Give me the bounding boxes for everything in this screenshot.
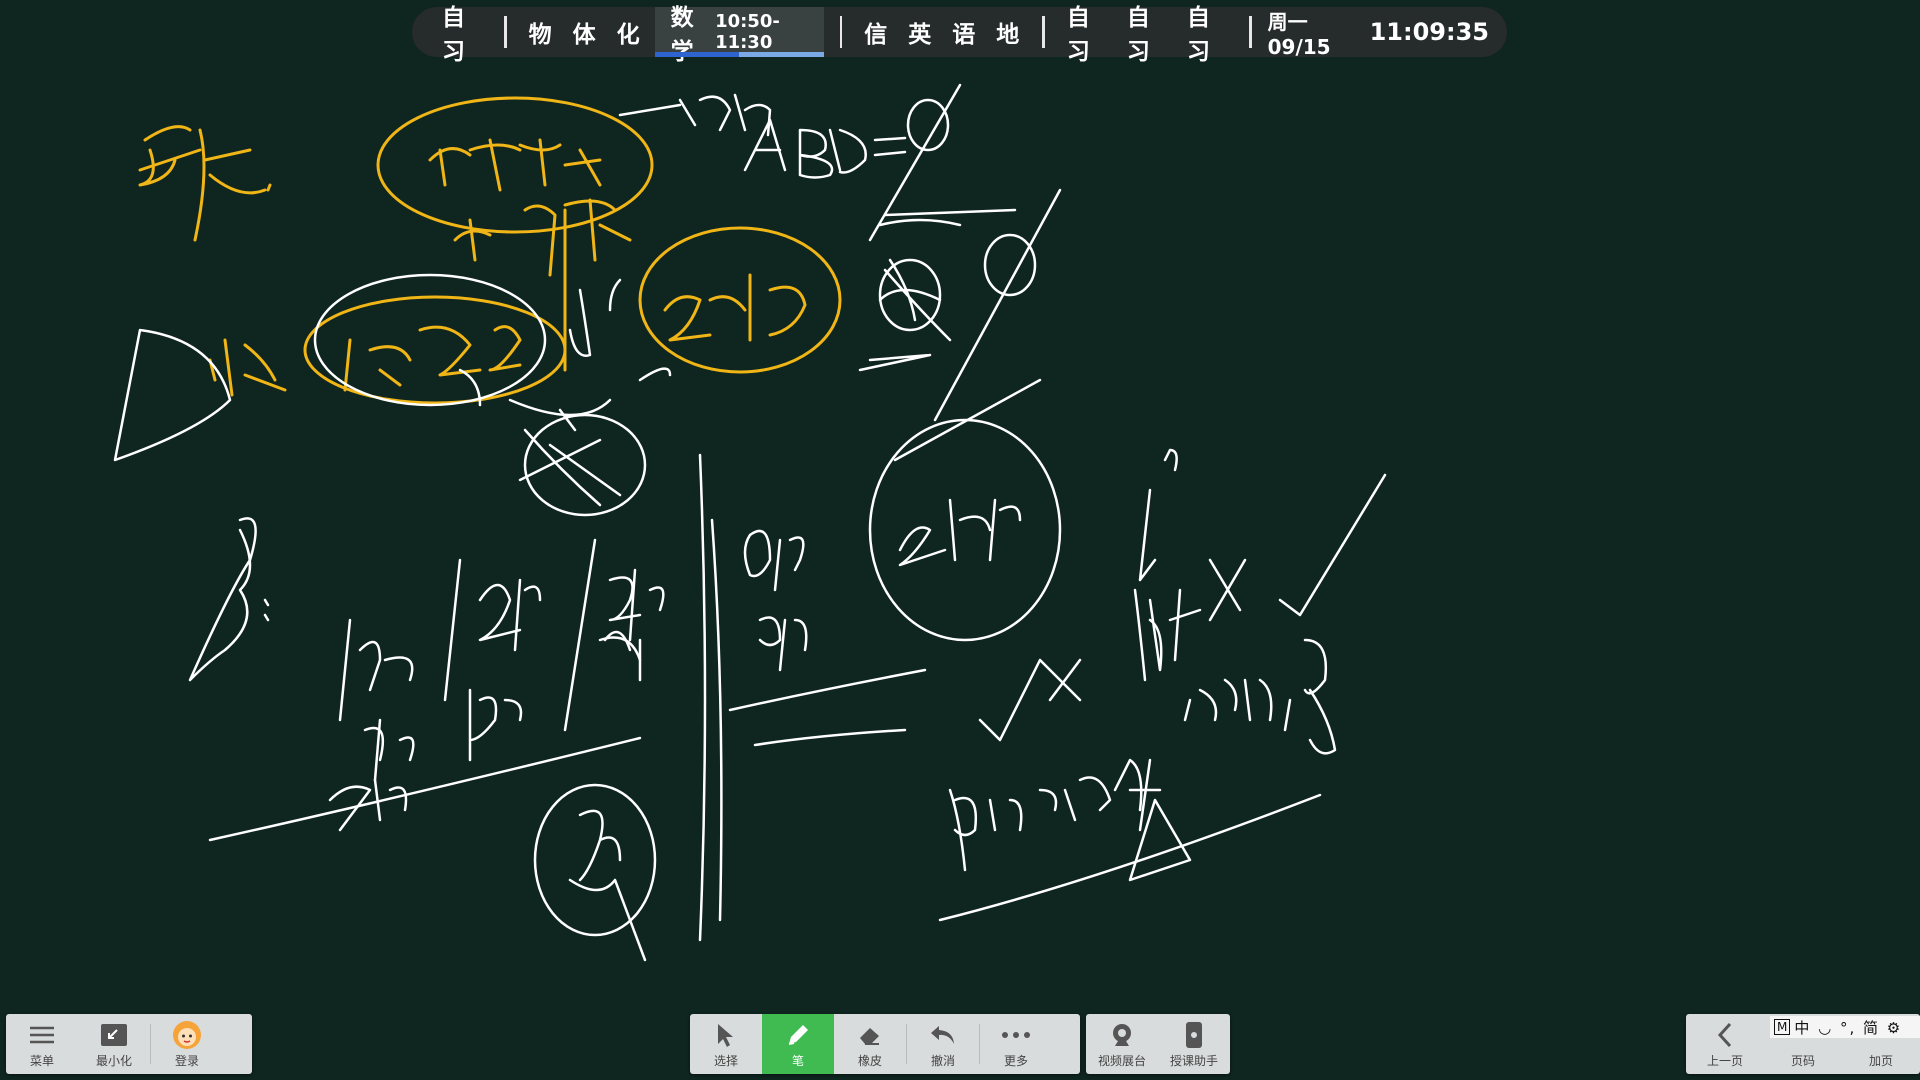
more-label: 更多: [1003, 1053, 1028, 1068]
phone-icon: [1184, 1020, 1204, 1050]
schedule-item[interactable]: 自习: [442, 0, 482, 66]
prev-page-label: 上一页: [1706, 1053, 1743, 1068]
video-booth-button[interactable]: 视频展台: [1086, 1014, 1158, 1074]
schedule-group-3: 信 英 语 地: [854, 7, 1030, 57]
schedule-item[interactable]: 自习: [1127, 0, 1167, 66]
class-progress-fill: [654, 52, 740, 57]
ime-status-text[interactable]: 中 ◡ °, 简 ⚙: [1794, 1017, 1902, 1038]
more-button[interactable]: 更多: [980, 1014, 1052, 1074]
class-progress-bar: [654, 52, 824, 57]
video-booth-label: 视频展台: [1097, 1053, 1146, 1068]
minimize-button[interactable]: 最小化: [78, 1014, 150, 1074]
pen-icon: [785, 1020, 811, 1050]
cursor-icon: [715, 1020, 737, 1050]
menu-button[interactable]: 菜单: [6, 1014, 78, 1074]
schedule-item[interactable]: 地: [996, 15, 1020, 49]
hamburger-icon: [28, 1020, 56, 1050]
date-display: 周一 09/15: [1267, 9, 1331, 59]
schedule-item[interactable]: 化: [617, 15, 641, 49]
class-schedule-bar: 自习 物 体 化 数学 10:50-11:30 信 英 语 地 自习 自习 自习…: [412, 5, 1507, 65]
pen-tool-label: 笔: [791, 1053, 804, 1068]
schedule-item[interactable]: 语: [952, 15, 976, 49]
schedule-item[interactable]: 自习: [1067, 0, 1107, 66]
yellow-ink-strokes: [138, 96, 842, 405]
prev-page-button[interactable]: 上一页: [1686, 1014, 1764, 1074]
pen-tool-button[interactable]: 笔: [762, 1014, 834, 1074]
minimize-label: 最小化: [95, 1053, 132, 1068]
schedule-item[interactable]: 英: [908, 15, 932, 49]
schedule-item[interactable]: 物: [529, 15, 553, 49]
schedule-group-1: 自习: [432, 5, 492, 65]
page-number-label: 页码: [1790, 1053, 1815, 1068]
add-page-label: 加页: [1868, 1053, 1893, 1068]
schedule-divider: [839, 16, 843, 48]
drawing-toolbar: 选择 笔 橡皮 撤消 更多: [690, 1014, 1080, 1074]
teaching-assistant-button[interactable]: 授课助手: [1158, 1014, 1230, 1074]
eraser-tool-label: 橡皮: [857, 1053, 882, 1068]
ime-mode-indicator[interactable]: M: [1774, 1019, 1791, 1035]
video-toolbar: 视频展台 授课助手: [1086, 1014, 1230, 1074]
ime-status-bar[interactable]: M 中 ◡ °, 简 ⚙: [1770, 1016, 1920, 1038]
chevron-left-icon: [1716, 1020, 1734, 1050]
minimize-icon: [100, 1020, 128, 1050]
current-class-time: 10:50-11:30: [715, 11, 780, 53]
select-tool-label: 选择: [713, 1053, 738, 1068]
schedule-group-2: 物 体 化 数学 10:50-11:30: [519, 5, 828, 65]
schedule-divider: [1042, 16, 1045, 48]
schedule-item[interactable]: 自习: [1187, 0, 1227, 66]
schedule-divider: [1248, 16, 1252, 48]
current-class[interactable]: 数学 10:50-11:30: [654, 5, 824, 65]
login-button[interactable]: 登录: [151, 1014, 223, 1074]
eraser-tool-button[interactable]: 橡皮: [834, 1014, 906, 1074]
more-icon: [1001, 1020, 1031, 1050]
schedule-group-4: 自习 自习 自习: [1057, 5, 1237, 65]
undo-button[interactable]: 撤消: [907, 1014, 979, 1074]
select-tool-button[interactable]: 选择: [690, 1014, 762, 1074]
undo-icon: [929, 1020, 957, 1050]
menu-label: 菜单: [29, 1053, 54, 1068]
avatar-icon: [172, 1020, 202, 1050]
white-ink-strokes: [113, 83, 1387, 962]
clock-display: 11:09:35: [1369, 18, 1489, 46]
left-toolbar: 菜单 最小化 登录: [6, 1014, 252, 1074]
eraser-icon: [857, 1020, 883, 1050]
login-label: 登录: [174, 1053, 199, 1068]
date-time: 周一 09/15 11:09:35: [1264, 6, 1489, 59]
schedule-divider: [504, 16, 507, 48]
undo-label: 撤消: [930, 1053, 955, 1068]
camera-icon: [1109, 1020, 1135, 1050]
schedule-item[interactable]: 体: [573, 15, 597, 49]
schedule-item[interactable]: 信: [864, 15, 888, 49]
whiteboard-canvas[interactable]: [0, 60, 1920, 1000]
teaching-assistant-label: 授课助手: [1169, 1053, 1218, 1068]
